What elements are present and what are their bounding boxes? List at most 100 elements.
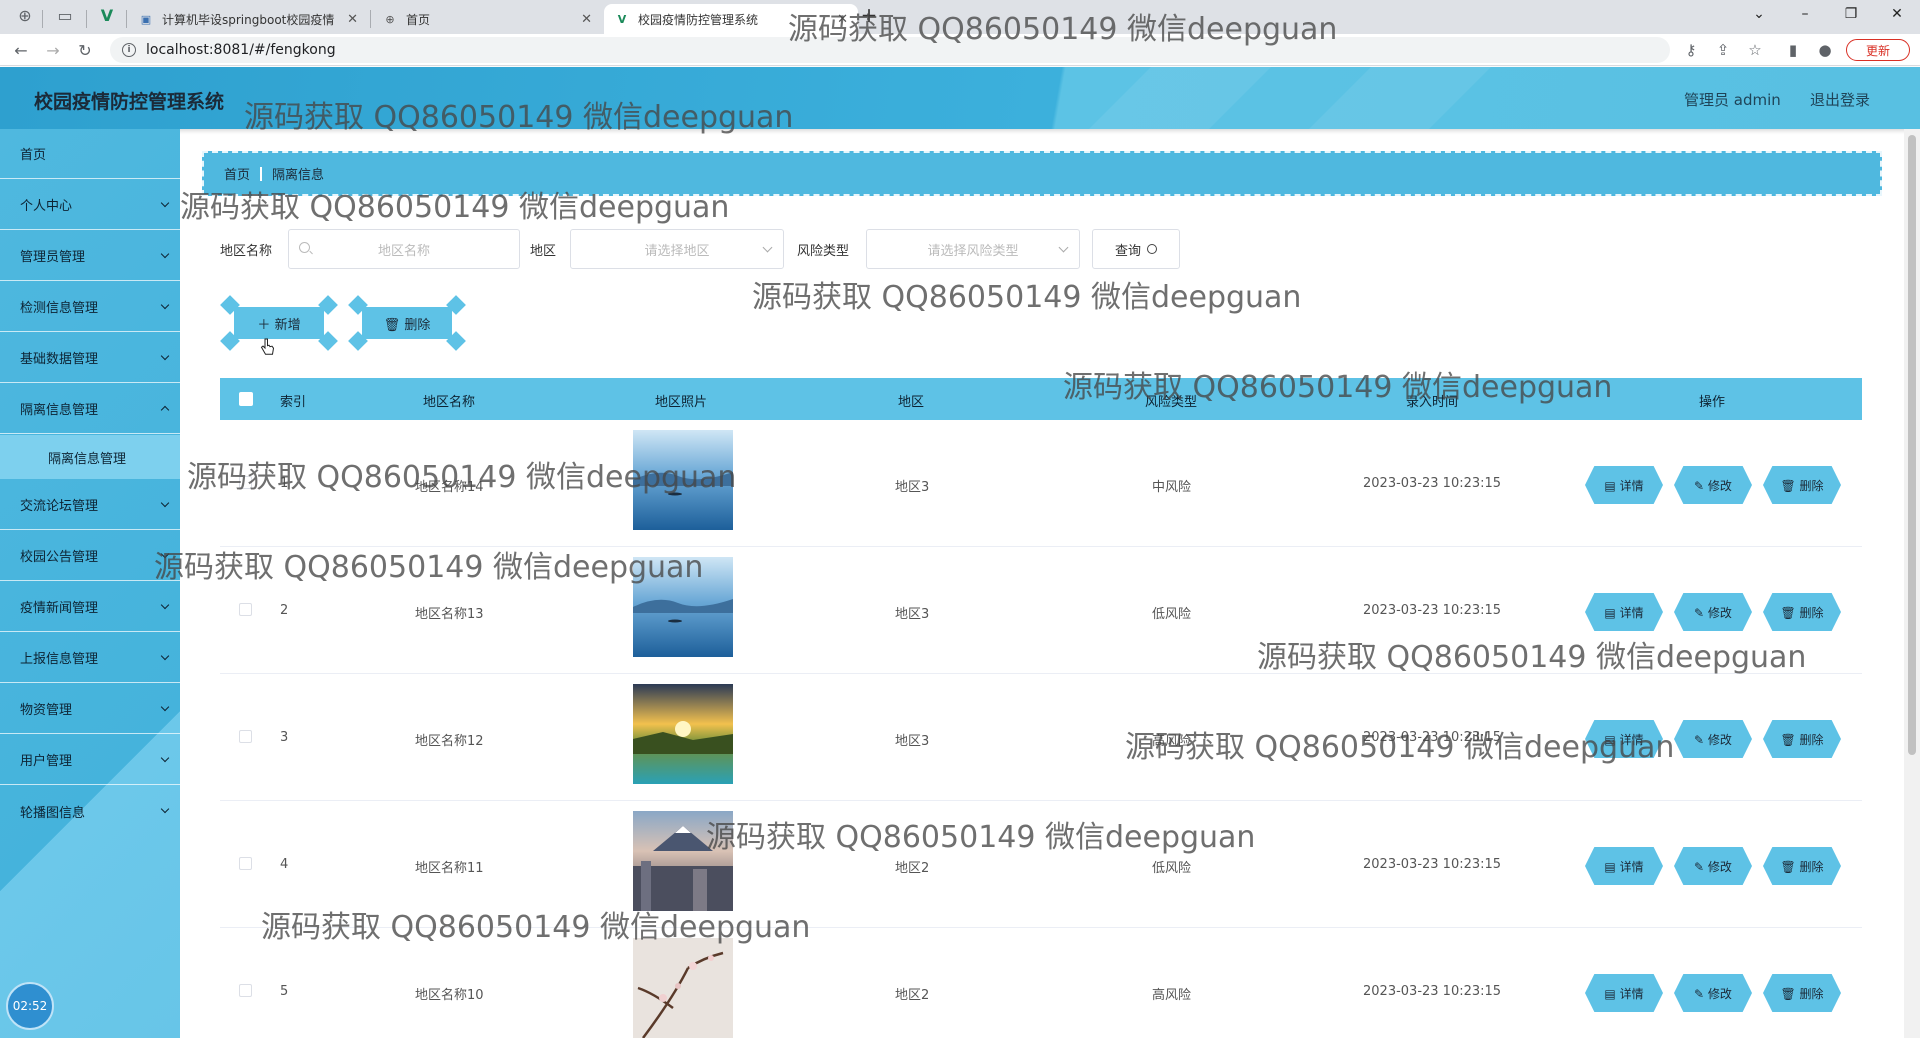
new-tab-icon[interactable]: +: [858, 3, 880, 27]
batch-delete-button[interactable]: 🗑 删除: [348, 295, 466, 351]
forward-icon[interactable]: →: [42, 39, 64, 61]
table-row: 3 地区名称12 地区3 高风险 2023-03-23 10:23:15 ▤ 详…: [220, 674, 1862, 801]
tab-springboot[interactable]: ▣ 计算机毕设springboot校园疫情 ✕: [128, 4, 368, 34]
detail-button[interactable]: ▤ 详情: [1585, 466, 1663, 504]
detail-button[interactable]: ▤ 详情: [1585, 593, 1663, 631]
bookmark-star-icon[interactable]: ☆: [1744, 39, 1766, 61]
row-checkbox[interactable]: [239, 857, 252, 870]
risk-select[interactable]: 请选择风险类型: [866, 229, 1080, 269]
name-search-input[interactable]: 地区名称: [288, 229, 520, 269]
tab-home[interactable]: ⊕ 首页 ✕: [372, 4, 602, 34]
chevron-down-icon: [160, 753, 170, 763]
chevron-down-icon: [160, 702, 170, 712]
sidebar-item-admin[interactable]: 管理员管理: [0, 231, 180, 281]
name-placeholder: 地区名称: [377, 243, 430, 259]
query-button[interactable]: 查询: [1092, 229, 1180, 269]
window-close-icon[interactable]: ✕: [1874, 0, 1920, 28]
add-label: 新增: [274, 317, 301, 333]
delete-button[interactable]: 🗑 删除: [1763, 466, 1841, 504]
sidebar-item-news[interactable]: 疫情新闻管理: [0, 582, 180, 632]
close-icon[interactable]: ✕: [347, 12, 358, 27]
blank-tab-icon[interactable]: ▭: [54, 4, 76, 26]
sidebar-item-isolation[interactable]: 隔离信息管理: [0, 384, 180, 434]
detail-label: 详情: [1619, 479, 1644, 493]
cell-risk: 高风险: [1152, 734, 1192, 749]
restore-icon[interactable]: ❐: [1828, 0, 1874, 28]
key-icon[interactable]: ⚷: [1680, 39, 1702, 61]
cell-index: 1: [280, 476, 289, 491]
sidebar-item-label: 疫情新闻管理: [20, 601, 99, 616]
url-field[interactable]: i localhost:8081/#/fengkong: [110, 37, 1670, 63]
sidebar-item-label: 上报信息管理: [20, 652, 99, 667]
vue-logo-icon[interactable]: V: [96, 4, 118, 26]
tab-title: 校园疫情防控管理系统: [638, 12, 759, 27]
sidebar-subitem-isolation-info[interactable]: 隔离信息管理: [0, 435, 180, 479]
edit-button[interactable]: ✎ 修改: [1674, 720, 1752, 758]
cell-name: 地区名称12: [415, 734, 484, 749]
delete-button[interactable]: 🗑 删除: [1763, 720, 1841, 758]
breadcrumb-home[interactable]: 首页: [224, 164, 250, 183]
info-icon[interactable]: i: [122, 43, 136, 57]
tab-active[interactable]: V 校园疫情防控管理系统 ✕: [604, 4, 858, 34]
vertical-scrollbar[interactable]: [1904, 129, 1920, 1038]
sidebar-item-home[interactable]: 首页: [0, 129, 180, 179]
minimize-icon[interactable]: –: [1782, 0, 1828, 28]
delete-button[interactable]: 🗑 删除: [1763, 847, 1841, 885]
globe-icon[interactable]: ⊕: [14, 4, 36, 26]
side-panel-icon[interactable]: ▮: [1782, 39, 1804, 61]
update-button[interactable]: 更新: [1846, 39, 1910, 61]
select-all-checkbox[interactable]: [239, 392, 253, 406]
sidebar-item-label: 首页: [20, 148, 47, 163]
sidebar-item-notice[interactable]: 校园公告管理: [0, 531, 180, 581]
region-placeholder: 请选择地区: [644, 243, 710, 259]
delete-label: 删除: [1799, 479, 1824, 493]
detail-button[interactable]: ▤ 详情: [1585, 847, 1663, 885]
delete-button[interactable]: 🗑 删除: [1763, 593, 1841, 631]
edit-label: 修改: [1707, 733, 1732, 747]
row-checkbox[interactable]: [239, 984, 252, 997]
profile-icon[interactable]: ●: [1814, 39, 1836, 61]
sidebar-item-supplies[interactable]: 物资管理: [0, 684, 180, 734]
back-icon[interactable]: ←: [10, 39, 32, 61]
logout-button[interactable]: 退出登录: [1810, 89, 1870, 110]
sidebar-item-users[interactable]: 用户管理: [0, 735, 180, 785]
sidebar-item-personal-center[interactable]: 个人中心: [0, 180, 180, 230]
row-checkbox[interactable]: [239, 603, 252, 616]
cell-risk: 低风险: [1152, 607, 1192, 622]
region-photo: [633, 430, 733, 530]
sidebar-item-report[interactable]: 上报信息管理: [0, 633, 180, 683]
sidebar-item-carousel[interactable]: 轮播图信息: [0, 786, 180, 836]
sidebar-item-detection[interactable]: 检测信息管理: [0, 282, 180, 332]
reload-icon[interactable]: ↻: [74, 39, 96, 61]
edit-button[interactable]: ✎ 修改: [1674, 974, 1752, 1012]
edit-button[interactable]: ✎ 修改: [1674, 593, 1752, 631]
row-checkbox[interactable]: [239, 730, 252, 743]
sidebar-subitem-label: 隔离信息管理: [48, 451, 127, 467]
tab-list-icon[interactable]: ⌄: [1736, 0, 1782, 28]
doc-icon: ▤: [1604, 606, 1620, 620]
col-region: 地区: [898, 395, 925, 410]
sidebar-item-label: 隔离信息管理: [20, 403, 99, 418]
delete-label: 删除: [1799, 860, 1824, 874]
risk-label: 风险类型: [797, 244, 850, 259]
close-icon[interactable]: ✕: [581, 12, 592, 27]
globe-icon: ⊕: [385, 12, 395, 26]
vue-logo-icon: V: [617, 12, 627, 26]
region-select[interactable]: 请选择地区: [570, 229, 784, 269]
col-risk: 风险类型: [1145, 395, 1198, 410]
detail-button[interactable]: ▤ 详情: [1585, 720, 1663, 758]
add-button[interactable]: ＋ 新增: [220, 295, 338, 351]
edit-label: 修改: [1707, 860, 1732, 874]
sidebar-item-basic-data[interactable]: 基础数据管理: [0, 333, 180, 383]
edit-button[interactable]: ✎ 修改: [1674, 847, 1752, 885]
row-checkbox[interactable]: [239, 476, 252, 489]
close-icon[interactable]: ✕: [837, 12, 848, 27]
delete-label: 删除: [1799, 606, 1824, 620]
share-icon[interactable]: ⇪: [1712, 39, 1734, 61]
detail-button[interactable]: ▤ 详情: [1585, 974, 1663, 1012]
hand-cursor-icon: [260, 338, 274, 355]
sidebar-item-forum[interactable]: 交流论坛管理: [0, 480, 180, 530]
detail-label: 详情: [1619, 987, 1644, 1001]
edit-button[interactable]: ✎ 修改: [1674, 466, 1752, 504]
delete-button[interactable]: 🗑 删除: [1763, 974, 1841, 1012]
